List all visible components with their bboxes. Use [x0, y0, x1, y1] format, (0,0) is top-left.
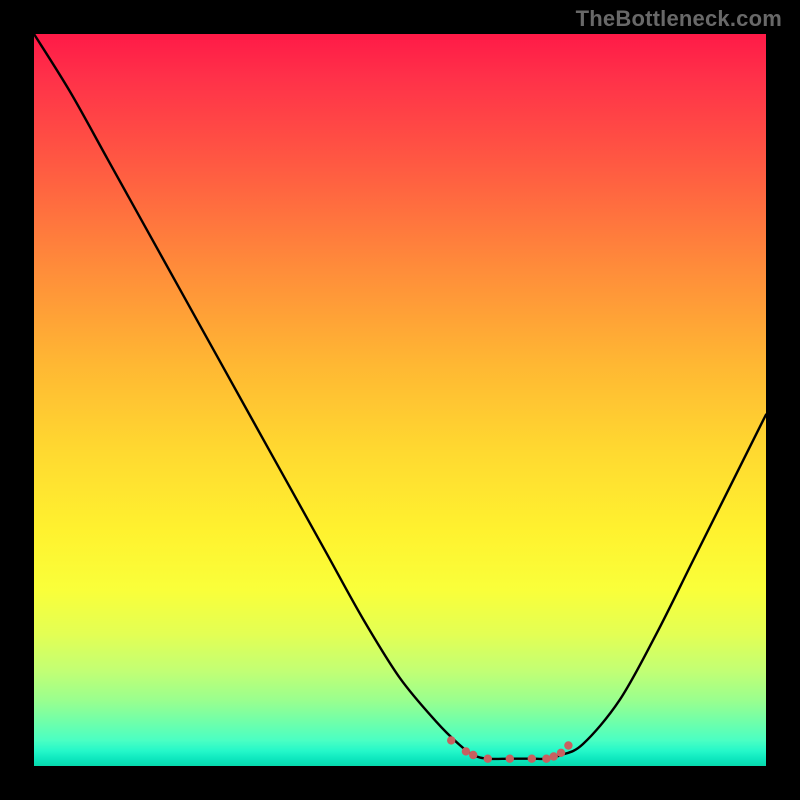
chart-frame: TheBottleneck.com [0, 0, 800, 800]
curve-marker-dot [462, 747, 470, 755]
curve-marker-dot [564, 741, 572, 749]
curve-marker-dot [506, 755, 514, 763]
curve-marker-dot [542, 755, 550, 763]
curve-marker-dot [557, 749, 565, 757]
curve-marker-dot [484, 755, 492, 763]
curve-marker-dot [447, 736, 455, 744]
curve-markers [447, 736, 573, 763]
curve-marker-dot [469, 751, 477, 759]
chart-svg [34, 34, 766, 766]
bottleneck-curve [34, 34, 766, 759]
curve-marker-dot [528, 755, 536, 763]
watermark-text: TheBottleneck.com [576, 6, 782, 32]
plot-area [34, 34, 766, 766]
curve-marker-dot [550, 752, 558, 760]
